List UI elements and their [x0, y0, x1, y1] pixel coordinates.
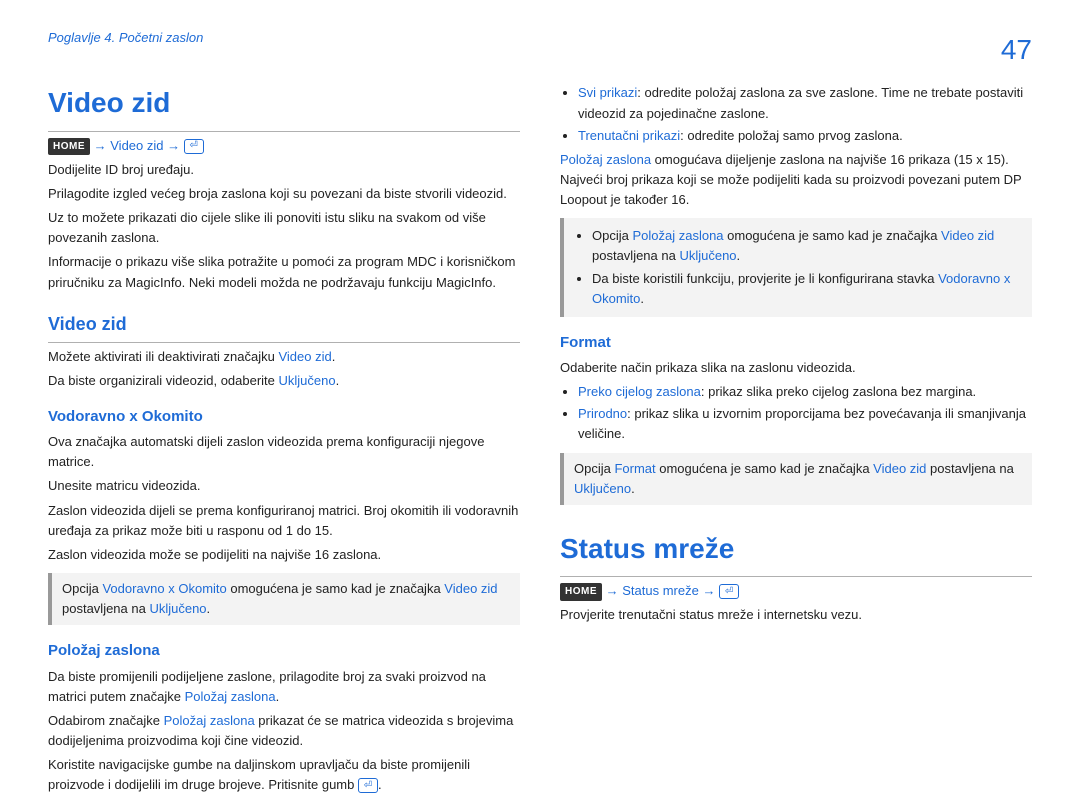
arrow-icon: → [94, 138, 107, 153]
enter-icon: ⏎ [184, 139, 204, 154]
text: . [737, 248, 741, 263]
text: omogućena je samo kad je značajka [227, 581, 445, 596]
note-box: Opcija Položaj zaslona omogućena je samo… [560, 218, 1032, 317]
text: Odabirom značajke [48, 713, 164, 728]
term: Položaj zaslona [632, 228, 723, 243]
content-columns: Video zid HOME → Video zid → ⏎ Dodijelit… [48, 81, 1032, 799]
left-column: Video zid HOME → Video zid → ⏎ Dodijelit… [48, 81, 520, 799]
paragraph: Odaberite način prikaza slika na zaslonu… [560, 358, 1032, 378]
text: Možete aktivirati ili deaktivirati znača… [48, 349, 278, 364]
paragraph: Uz to možete prikazati dio cijele slike … [48, 208, 520, 248]
term: Video zid [444, 581, 497, 596]
home-badge: HOME [48, 138, 90, 156]
term: Prirodno [578, 406, 627, 421]
paragraph: Provjerite trenutačni status mreže i int… [560, 605, 1032, 625]
subsection-polozaj-zaslona: Položaj zaslona [48, 639, 520, 662]
title-video-zid: Video zid [48, 81, 520, 131]
subsection-format: Format [560, 331, 1032, 354]
term: Uključeno [149, 601, 206, 616]
term: Vodoravno x Okomito [102, 581, 226, 596]
nav-path-video-zid: HOME → Video zid → ⏎ [48, 136, 520, 156]
text: . [631, 481, 635, 496]
text: Opcija [592, 228, 632, 243]
text: : odredite položaj zaslona za sve zaslon… [578, 85, 1023, 120]
term: Uključeno [679, 248, 736, 263]
term: Svi prikazi [578, 85, 637, 100]
text: . [378, 777, 382, 792]
paragraph: Unesite matricu videozida. [48, 476, 520, 496]
document-page: Poglavlje 4. Početni zaslon 47 Video zid… [0, 0, 1080, 763]
term: Video zid [941, 228, 994, 243]
arrow-icon: → [606, 583, 619, 598]
paragraph: Ova značajka automatski dijeli zaslon vi… [48, 432, 520, 472]
list-item: Prirodno: prikaz slika u izvornim propor… [578, 404, 1032, 444]
section-video-zid: Video zid [48, 311, 520, 343]
text: : prikaz slika u izvornim proporcijama b… [578, 406, 1026, 441]
arrow-icon: → [167, 138, 180, 153]
text: postavljena na [62, 601, 149, 616]
paragraph: Da biste organizirali videozid, odaberit… [48, 371, 520, 391]
text: Da biste organizirali videozid, odaberit… [48, 373, 279, 388]
text: postavljena na [592, 248, 679, 263]
term: Položaj zaslona [560, 152, 651, 167]
paragraph: Dodijelite ID broj uređaju. [48, 160, 520, 180]
note-list: Opcija Položaj zaslona omogućena je samo… [574, 226, 1022, 309]
text: . [640, 291, 644, 306]
list-item: Opcija Položaj zaslona omogućena je samo… [592, 226, 1022, 266]
term-ukljuceno: Uključeno [279, 373, 336, 388]
paragraph: Da biste promijenili podijeljene zaslone… [48, 667, 520, 707]
term: Preko cijelog zaslona [578, 384, 701, 399]
enter-icon: ⏎ [358, 778, 378, 793]
term: Uključeno [574, 481, 631, 496]
title-status-mreze: Status mreže [560, 527, 1032, 577]
text: postavljena na [926, 461, 1013, 476]
paragraph: Informacije o prikazu više slika potraži… [48, 252, 520, 292]
text: : prikaz slika preko cijelog zaslona bez… [701, 384, 976, 399]
nav-status-mreze: Status mreže [622, 583, 699, 598]
enter-icon: ⏎ [719, 584, 739, 599]
text: . [207, 601, 211, 616]
home-badge: HOME [560, 583, 602, 601]
text: Koristite navigacijske gumbe na daljinsk… [48, 757, 470, 792]
text: . [276, 689, 280, 704]
nav-video-zid: Video zid [110, 138, 163, 153]
term: Trenutačni prikazi [578, 128, 680, 143]
text: Da biste koristili funkciju, provjerite … [592, 271, 938, 286]
text: omogućena je samo kad je značajka [656, 461, 874, 476]
paragraph: Možete aktivirati ili deaktivirati znača… [48, 347, 520, 367]
note-box: Opcija Vodoravno x Okomito omogućena je … [48, 573, 520, 625]
term: Položaj zaslona [185, 689, 276, 704]
paragraph: Koristite navigacijske gumbe na daljinsk… [48, 755, 520, 795]
term: Položaj zaslona [164, 713, 255, 728]
term-video-zid: Video zid [278, 349, 331, 364]
paragraph: Prilagodite izgled većeg broja zaslona k… [48, 184, 520, 204]
text: omogućena je samo kad je značajka [724, 228, 942, 243]
list-item: Da biste koristili funkciju, provjerite … [592, 269, 1022, 309]
note-box: Opcija Format omogućena je samo kad je z… [560, 453, 1032, 505]
list-item: Trenutačni prikazi: odredite položaj sam… [578, 126, 1032, 146]
paragraph: Položaj zaslona omogućava dijeljenje zas… [560, 150, 1032, 210]
list-item: Svi prikazi: odredite položaj zaslona za… [578, 83, 1032, 123]
paragraph: Zaslon videozida dijeli se prema konfigu… [48, 501, 520, 541]
text: Opcija [62, 581, 102, 596]
page-number: 47 [1001, 28, 1032, 71]
right-column: Svi prikazi: odredite položaj zaslona za… [560, 81, 1032, 799]
text: Opcija [574, 461, 614, 476]
bullet-list: Svi prikazi: odredite položaj zaslona za… [560, 83, 1032, 145]
subsection-vodoravno-okomito: Vodoravno x Okomito [48, 405, 520, 428]
arrow-icon: → [702, 583, 715, 598]
list-item: Preko cijelog zaslona: prikaz slika prek… [578, 382, 1032, 402]
text: . [336, 373, 340, 388]
text: . [332, 349, 336, 364]
page-header: Poglavlje 4. Početni zaslon 47 [48, 28, 1032, 71]
text: : odredite položaj samo prvog zaslona. [680, 128, 903, 143]
paragraph: Odabirom značajke Položaj zaslona prikaz… [48, 711, 520, 751]
bullet-list: Preko cijelog zaslona: prikaz slika prek… [560, 382, 1032, 444]
chapter-label: Poglavlje 4. Početni zaslon [48, 28, 203, 48]
nav-path-status-mreze: HOME → Status mreže → ⏎ [560, 581, 1032, 601]
term: Format [614, 461, 655, 476]
paragraph: Zaslon videozida može se podijeliti na n… [48, 545, 520, 565]
term: Video zid [873, 461, 926, 476]
